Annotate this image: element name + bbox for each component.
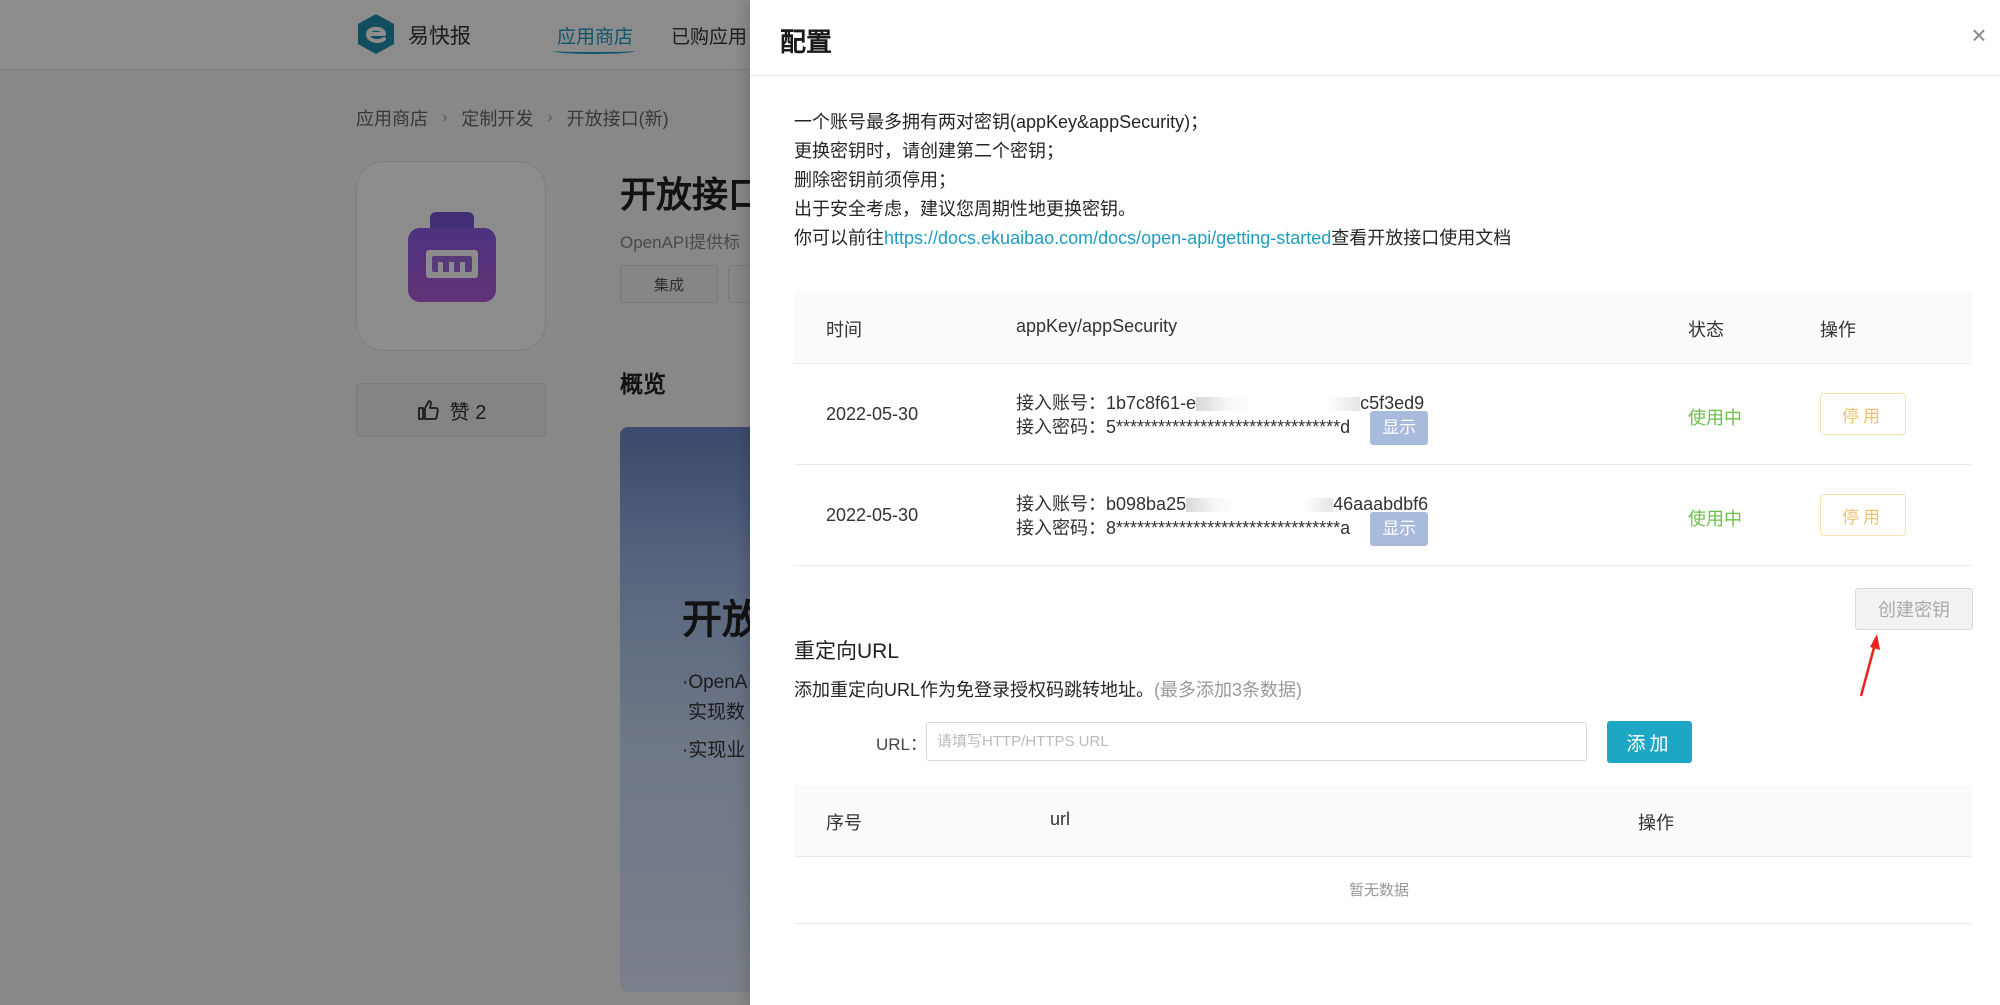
- docs-link[interactable]: https://docs.ekuaibao.com/docs/open-api/…: [884, 228, 1331, 248]
- redirect-url-table: 序号 url 操作 暂无数据: [794, 785, 1972, 924]
- account-end: 46aaabdbf6: [1333, 494, 1429, 514]
- col-url: url: [1050, 809, 1071, 829]
- col-appkey: appKey/appSecurity: [1016, 316, 1178, 336]
- drawer-title: 配置: [780, 27, 833, 57]
- add-url-button[interactable]: 添加: [1607, 721, 1692, 763]
- note-line: 删除密钥前须停用；: [794, 170, 956, 190]
- secret-value: 8********************************a: [1106, 517, 1351, 538]
- note-line: 出于安全考虑，建议您周期性地更换密钥。: [794, 199, 1136, 219]
- close-icon[interactable]: ×: [1966, 22, 1992, 48]
- red-arrow-annotation: [1859, 634, 1880, 697]
- note-line: 一个账号最多拥有两对密钥(appKey&appSecurity)；: [794, 112, 1209, 132]
- key-secret: 接入密码：8********************************a 显…: [1016, 512, 1429, 546]
- table-row: 2022-05-30 接入账号：b098ba25 46aaabdbf6 接入密码：…: [794, 465, 1972, 566]
- disable-key-button[interactable]: 停用: [1820, 393, 1906, 435]
- url-input[interactable]: [926, 722, 1587, 761]
- col-actions: 操作: [1820, 320, 1856, 340]
- keys-table-header: 时间 appKey/appSecurity 状态 操作: [794, 292, 1972, 364]
- redacted-mask: [1196, 397, 1361, 412]
- col-index: 序号: [826, 813, 862, 833]
- doc-prefix: 你可以前往: [794, 228, 884, 248]
- status-badge: 使用中: [1688, 509, 1742, 529]
- secret-label: 接入密码：: [1016, 517, 1106, 538]
- account-label: 接入账号：: [1016, 494, 1106, 514]
- note-line: 更换密钥时，请创建第二个密钥；: [794, 141, 1064, 161]
- col-status: 状态: [1688, 320, 1724, 340]
- redirect-url-heading: 重定向URL: [794, 640, 900, 663]
- account-start: b098ba25: [1106, 494, 1187, 514]
- redacted-mask: [1186, 498, 1334, 513]
- status-badge: 使用中: [1688, 408, 1742, 428]
- col-actions: 操作: [1638, 813, 1674, 833]
- key-notes: 一个账号最多拥有两对密钥(appKey&appSecurity)； 更换密钥时，…: [794, 108, 1511, 253]
- account-start: 1b7c8f61-e: [1106, 393, 1197, 413]
- drawer-header: 配置 ×: [750, 0, 2000, 76]
- redirect-table-header: 序号 url 操作: [794, 785, 1972, 857]
- redirect-limit-hint: (最多添加3条数据): [1154, 680, 1303, 700]
- key-date: 2022-05-30: [826, 505, 919, 525]
- redirect-url-description: 添加重定向URL作为免登录授权码跳转地址。(最多添加3条数据): [794, 676, 1302, 702]
- key-date: 2022-05-30: [826, 404, 919, 424]
- empty-text: 暂无数据: [1349, 882, 1410, 899]
- create-key-button[interactable]: 创建密钥: [1855, 588, 1973, 630]
- doc-suffix: 查看开放接口使用文档: [1331, 228, 1512, 248]
- show-secret-button[interactable]: 显示: [1370, 512, 1429, 546]
- secret-value: 5********************************d: [1106, 416, 1351, 437]
- note-line: 你可以前往https://docs.ekuaibao.com/docs/open…: [794, 224, 1511, 253]
- show-secret-button[interactable]: 显示: [1370, 411, 1429, 445]
- disable-key-button[interactable]: 停用: [1820, 494, 1906, 536]
- account-label: 接入账号：: [1016, 393, 1106, 413]
- secret-label: 接入密码：: [1016, 416, 1106, 437]
- redirect-desc-text: 添加重定向URL作为免登录授权码跳转地址。: [794, 680, 1155, 700]
- config-drawer: 配置 × 一个账号最多拥有两对密钥(appKey&appSecurity)； 更…: [750, 0, 2000, 1005]
- url-label: URL：: [876, 735, 928, 754]
- account-end: c5f3ed9: [1360, 393, 1425, 413]
- empty-state-row: 暂无数据: [794, 857, 1972, 924]
- key-secret: 接入密码：5********************************d 显…: [1016, 411, 1429, 445]
- col-time: 时间: [826, 320, 862, 340]
- keys-table: 时间 appKey/appSecurity 状态 操作 2022-05-30 接…: [794, 292, 1972, 566]
- table-row: 2022-05-30 接入账号：1b7c8f61-e c5f3ed9 接入密码：5…: [794, 364, 1972, 465]
